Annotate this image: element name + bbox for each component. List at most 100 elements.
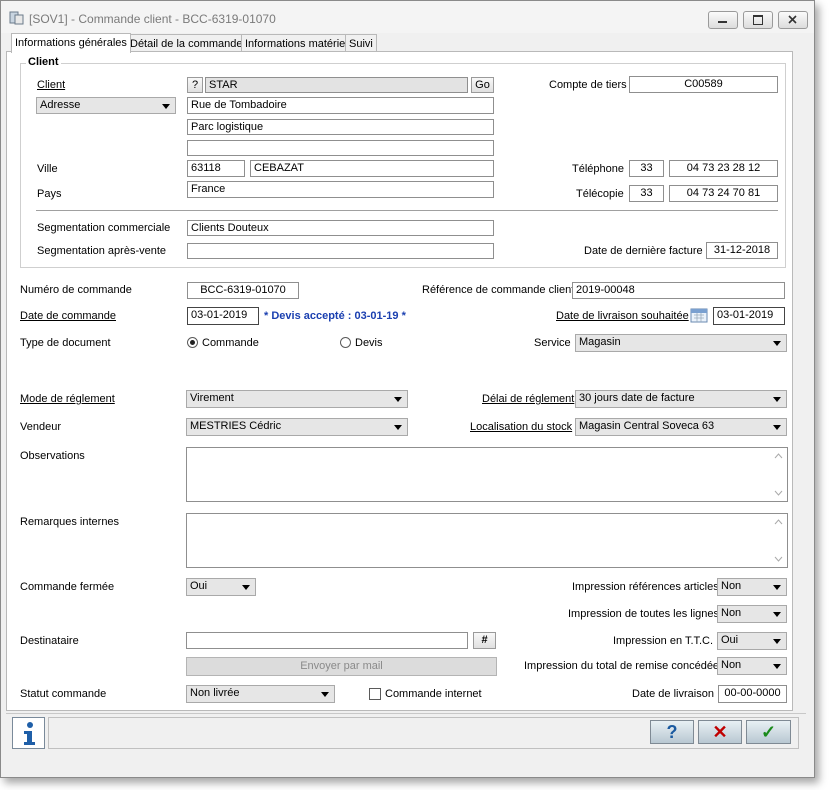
delivery-wish-field[interactable]: 03-01-2019 (713, 307, 785, 325)
postal-code-field[interactable]: 63118 (187, 160, 245, 177)
print-ttc-label: Impression en T.T.C. (613, 635, 714, 647)
address-select[interactable]: Adresse (36, 97, 176, 114)
payment-delay-select[interactable]: 30 jours date de facture (575, 390, 787, 408)
print-lines-value: Non (721, 607, 742, 619)
minimize-button[interactable] (708, 11, 738, 29)
segmentation-apres-vente-field[interactable] (187, 243, 494, 259)
doc-type-devis-radio[interactable] (340, 337, 351, 348)
delivery-date-field[interactable]: 00-00-0000 (718, 685, 787, 703)
chevron-down-icon (773, 425, 781, 430)
info-icon (24, 722, 35, 745)
scroll-down-icon[interactable] (774, 490, 783, 496)
print-refs-select[interactable]: Non (717, 578, 787, 596)
internal-remarks-label: Remarques internes (20, 516, 120, 528)
scroll-up-icon[interactable] (774, 519, 783, 525)
client-ref-field[interactable]: 2019-00048 (572, 282, 785, 299)
payment-mode-label[interactable]: Mode de réglement (20, 392, 115, 406)
delivery-wish-label[interactable]: Date de livraison souhaitée (556, 309, 689, 323)
telephone-label: Téléphone (572, 163, 624, 175)
country-field[interactable]: France (187, 181, 494, 198)
recipient-label: Destinataire (20, 635, 79, 647)
stock-location-select[interactable]: Magasin Central Soveca 63 (575, 418, 787, 436)
address-line-2[interactable]: Parc logistique (187, 119, 494, 135)
close-window-button[interactable] (778, 11, 808, 29)
cancel-button[interactable]: ✕ (698, 720, 742, 744)
fax-field[interactable]: 04 73 24 70 81 (669, 185, 778, 202)
chevron-down-icon (773, 639, 781, 644)
order-closed-select[interactable]: Oui (186, 578, 256, 596)
last-invoice-field[interactable]: 31-12-2018 (706, 242, 778, 259)
stock-location-label[interactable]: Localisation du stock (470, 420, 572, 434)
tab-suivi[interactable]: Suivi (345, 34, 377, 52)
segmentation-commerciale-field[interactable]: Clients Douteux (187, 220, 494, 236)
tab-informations-materiel[interactable]: Informations matériel (241, 34, 352, 52)
recipient-field[interactable] (186, 632, 468, 649)
order-status-select[interactable]: Non livrée (186, 685, 335, 703)
remarks-scrollbar[interactable] (771, 515, 786, 566)
telephone-field[interactable]: 04 73 23 28 12 (669, 160, 778, 177)
help-button[interactable]: ? (650, 720, 694, 744)
chevron-down-icon (773, 585, 781, 590)
payment-mode-select[interactable]: Virement (186, 390, 408, 408)
observations-textarea[interactable] (186, 447, 788, 502)
address-line-3[interactable] (187, 140, 494, 156)
client-go-button[interactable]: Go (471, 77, 494, 93)
fax-prefix-field[interactable]: 33 (629, 185, 664, 202)
order-date-field[interactable]: 03-01-2019 (187, 307, 259, 325)
print-refs-label: Impression références articles (572, 581, 719, 593)
compte-tiers-field[interactable]: C00589 (629, 76, 778, 93)
chevron-down-icon (773, 341, 781, 346)
info-button[interactable] (12, 717, 45, 749)
print-discount-select[interactable]: Non (717, 657, 787, 675)
chevron-down-icon (394, 425, 402, 430)
chevron-down-icon (394, 397, 402, 402)
seller-label: Vendeur (20, 421, 61, 433)
calendar-icon[interactable] (690, 307, 708, 323)
city-field[interactable]: CEBAZAT (250, 160, 494, 177)
client-label[interactable]: Client (37, 78, 65, 92)
segmentation-apres-vente-label: Segmentation après-vente (37, 245, 167, 257)
print-ttc-select[interactable]: Oui (717, 632, 787, 650)
order-number-label: Numéro de commande (20, 284, 132, 296)
last-invoice-label: Date de dernière facture (584, 245, 703, 257)
minimize-icon (718, 21, 727, 23)
tab-informations-generales[interactable]: Informations générales (11, 33, 131, 53)
doc-type-devis-label[interactable]: Devis (355, 336, 383, 350)
print-refs-value: Non (721, 580, 742, 592)
title-bar[interactable]: [SOV1] - Commande client - BCC-6319-0107… (1, 1, 814, 33)
scroll-down-icon[interactable] (774, 556, 783, 562)
internet-order-checkbox[interactable] (369, 688, 381, 700)
payment-mode-value: Virement (190, 392, 234, 404)
tab-detail-commande[interactable]: Détail de la commande (126, 34, 247, 52)
maximize-icon (753, 15, 763, 25)
address-line-1[interactable]: Rue de Tombadoire (187, 97, 494, 114)
ok-button[interactable]: ✓ (746, 720, 791, 744)
observations-scrollbar[interactable] (771, 449, 786, 500)
segmentation-commerciale-label: Segmentation commerciale (37, 222, 171, 234)
payment-delay-label[interactable]: Délai de réglement (482, 392, 574, 406)
scroll-up-icon[interactable] (774, 453, 783, 459)
send-mail-button[interactable]: Envoyer par mail (186, 657, 497, 676)
window-title: [SOV1] - Commande client - BCC-6319-0107… (29, 12, 276, 26)
internal-remarks-textarea[interactable] (186, 513, 788, 568)
service-select[interactable]: Magasin (575, 334, 787, 352)
client-help-button[interactable]: ? (187, 77, 203, 93)
order-closed-value: Oui (190, 580, 208, 592)
client-separator (36, 210, 778, 211)
order-date-label[interactable]: Date de commande (20, 309, 116, 323)
pays-label: Pays (37, 188, 62, 200)
chevron-down-icon (773, 664, 781, 669)
print-discount-label: Impression du total de remise concédée (524, 660, 720, 672)
chevron-down-icon (162, 104, 170, 109)
telephone-prefix-field[interactable]: 33 (629, 160, 664, 177)
doc-type-commande-label[interactable]: Commande (202, 336, 259, 350)
print-lines-select[interactable]: Non (717, 605, 787, 623)
order-number-field[interactable]: BCC-6319-01070 (187, 282, 299, 299)
client-name-field[interactable]: STAR (205, 77, 468, 93)
maximize-button[interactable] (743, 11, 773, 29)
recipient-hash-button[interactable]: # (473, 632, 496, 649)
seller-select[interactable]: MESTRIES Cédric (186, 418, 408, 436)
seller-value: MESTRIES Cédric (190, 420, 282, 432)
doc-type-commande-radio[interactable] (187, 337, 198, 348)
internet-order-label[interactable]: Commande internet (385, 687, 482, 701)
